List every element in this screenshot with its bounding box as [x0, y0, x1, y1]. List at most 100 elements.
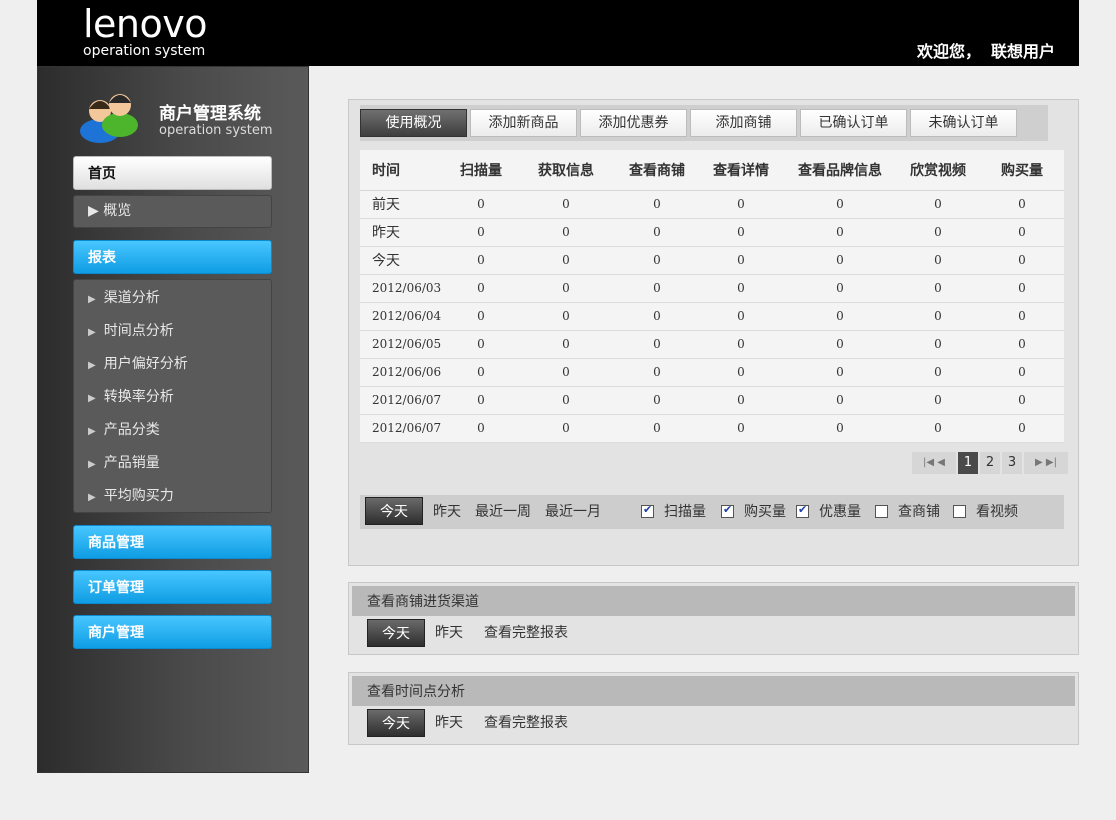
pager-page-3[interactable]: 3: [1002, 452, 1022, 474]
column-header[interactable]: 扫描量: [446, 150, 516, 191]
sub-item-overview[interactable]: ▶ 概览: [74, 196, 271, 227]
pager-page-1[interactable]: 1: [958, 452, 978, 474]
nav-order-management[interactable]: 订单管理: [73, 570, 272, 604]
nav-goods-management[interactable]: 商品管理: [73, 525, 272, 559]
nav-reports[interactable]: 报表: [73, 240, 272, 274]
row-value-cell: 0: [698, 274, 784, 303]
user-name[interactable]: 联想用户: [991, 42, 1055, 61]
row-value-cell: 0: [446, 274, 516, 303]
row-value-cell: 0: [896, 330, 980, 359]
table-row: 2012/06/07 0 0 0 0 0 0 0: [360, 414, 1064, 443]
row-value-cell: 0: [516, 358, 616, 387]
sub-item-report[interactable]: ▶ 时间点分析: [74, 315, 271, 348]
triangle-right-icon: ▶: [88, 360, 96, 371]
tab-5[interactable]: 未确认订单: [910, 109, 1017, 137]
row-value-cell: 0: [784, 330, 896, 359]
reports-subpanel: ▶ 渠道分析 ▶ 时间点分析 ▶ 用户偏好分析 ▶ 转换率分析 ▶ 产品分类 ▶ 产品销量 ▶ 平均购买力: [73, 279, 272, 513]
channel-full-report-link[interactable]: 查看完整报表: [484, 616, 568, 650]
filter-week-link[interactable]: 最近一周: [475, 495, 531, 529]
tab-2[interactable]: 添加优惠券: [580, 109, 687, 137]
filter-checkbox[interactable]: [721, 503, 734, 518]
filter-checkbox-label[interactable]: 购买量: [744, 495, 786, 529]
stats-table: 时间 扫描量 获取信息 查看商铺 查看详情 查看品牌信息 欣赏视频 购买量 前天 0 0 0 0 0 0 0…: [360, 150, 1064, 443]
top-header: lenovo operation system 欢迎您， 联想用户: [37, 0, 1079, 66]
row-value-cell: 0: [516, 414, 616, 443]
column-header[interactable]: 欣赏视频: [896, 150, 980, 191]
time-panel-body: 今天 昨天 查看完整报表: [352, 706, 1075, 741]
sub-item-report[interactable]: ▶ 用户偏好分析: [74, 348, 271, 381]
row-value-cell: 0: [616, 386, 698, 415]
sub-item-report[interactable]: ▶ 渠道分析: [74, 282, 271, 315]
table-row: 2012/06/05 0 0 0 0 0 0 0: [360, 330, 1064, 359]
time-today-button[interactable]: 今天: [367, 709, 425, 737]
filter-checkbox[interactable]: [875, 505, 888, 518]
nav-merchant-management[interactable]: 商户管理: [73, 615, 272, 649]
channel-panel-body: 今天 昨天 查看完整报表: [352, 616, 1075, 651]
column-header[interactable]: 查看详情: [698, 150, 784, 191]
column-header[interactable]: 时间: [360, 150, 446, 191]
row-value-cell: 0: [896, 218, 980, 247]
pager-first-prev-icon[interactable]: |◀ ◀: [912, 452, 956, 474]
row-value-cell: 0: [896, 274, 980, 303]
row-value-cell: 0: [980, 246, 1064, 275]
column-header[interactable]: 查看品牌信息: [784, 150, 896, 191]
row-date-cell: 2012/06/07: [360, 414, 446, 443]
sub-item-label: 用户偏好分析: [103, 356, 188, 372]
row-value-cell: 0: [698, 246, 784, 275]
row-value-cell: 0: [446, 414, 516, 443]
row-value-cell: 0: [980, 358, 1064, 387]
row-date-cell: 前天: [360, 190, 446, 219]
column-header[interactable]: 获取信息: [516, 150, 616, 191]
row-value-cell: 0: [446, 218, 516, 247]
row-value-cell: 0: [446, 246, 516, 275]
filter-checkbox-label[interactable]: 看视频: [976, 495, 1018, 529]
column-header[interactable]: 查看商铺: [616, 150, 698, 191]
row-value-cell: 0: [616, 274, 698, 303]
sub-item-report[interactable]: ▶ 产品销量: [74, 447, 271, 480]
column-header[interactable]: 购买量: [980, 150, 1064, 191]
time-yesterday-link[interactable]: 昨天: [435, 706, 463, 740]
filter-checkbox-label[interactable]: 查商铺: [898, 495, 940, 529]
row-value-cell: 0: [698, 190, 784, 219]
row-value-cell: 0: [896, 386, 980, 415]
table-row: 今天 0 0 0 0 0 0 0: [360, 246, 1064, 275]
filter-checkbox[interactable]: [641, 503, 654, 518]
row-value-cell: 0: [896, 302, 980, 331]
filter-today-button[interactable]: 今天: [365, 497, 423, 525]
table-row: 前天 0 0 0 0 0 0 0: [360, 190, 1064, 219]
filter-checkbox-label[interactable]: 扫描量: [664, 495, 706, 529]
row-value-cell: 0: [896, 190, 980, 219]
tab-0[interactable]: 使用概况: [360, 109, 467, 137]
system-subtitle: operation system: [159, 123, 273, 138]
filter-checkbox[interactable]: [953, 505, 966, 518]
filter-checkbox-label[interactable]: 优惠量: [819, 495, 861, 529]
pager-next-last-icon[interactable]: ▶ ▶|: [1024, 452, 1068, 474]
filter-yesterday-link[interactable]: 昨天: [433, 495, 461, 529]
row-value-cell: 0: [516, 218, 616, 247]
row-date-cell: 2012/06/07: [360, 386, 446, 415]
row-value-cell: 0: [516, 330, 616, 359]
nav-home[interactable]: 首页: [73, 156, 272, 190]
tab-3[interactable]: 添加商铺: [690, 109, 797, 137]
row-value-cell: 0: [516, 302, 616, 331]
channel-panel: 查看商铺进货渠道 今天 昨天 查看完整报表: [348, 582, 1079, 655]
filter-checkbox[interactable]: [796, 503, 809, 518]
row-value-cell: 0: [980, 218, 1064, 247]
sub-item-label: 产品分类: [103, 422, 160, 438]
sub-item-report[interactable]: ▶ 平均购买力: [74, 480, 271, 513]
channel-today-button[interactable]: 今天: [367, 619, 425, 647]
triangle-right-icon: ▶: [88, 426, 96, 437]
tab-bar: 使用概况 添加新商品 添加优惠券 添加商铺 已确认订单 未确认订单: [360, 105, 1048, 141]
sub-item-report[interactable]: ▶ 产品分类: [74, 414, 271, 447]
sub-item-report[interactable]: ▶ 转换率分析: [74, 381, 271, 414]
filter-month-link[interactable]: 最近一月: [545, 495, 601, 529]
pager-page-2[interactable]: 2: [980, 452, 1000, 474]
tab-1[interactable]: 添加新商品: [470, 109, 577, 137]
lenovo-logo: lenovo: [83, 2, 208, 46]
tab-4[interactable]: 已确认订单: [800, 109, 907, 137]
sidebar: 商户管理系统 operation system 首页 ▶ 概览 报表 ▶ 渠道分析…: [37, 66, 309, 773]
row-date-cell: 2012/06/03: [360, 274, 446, 303]
time-full-report-link[interactable]: 查看完整报表: [484, 706, 568, 740]
row-value-cell: 0: [784, 218, 896, 247]
channel-yesterday-link[interactable]: 昨天: [435, 616, 463, 650]
